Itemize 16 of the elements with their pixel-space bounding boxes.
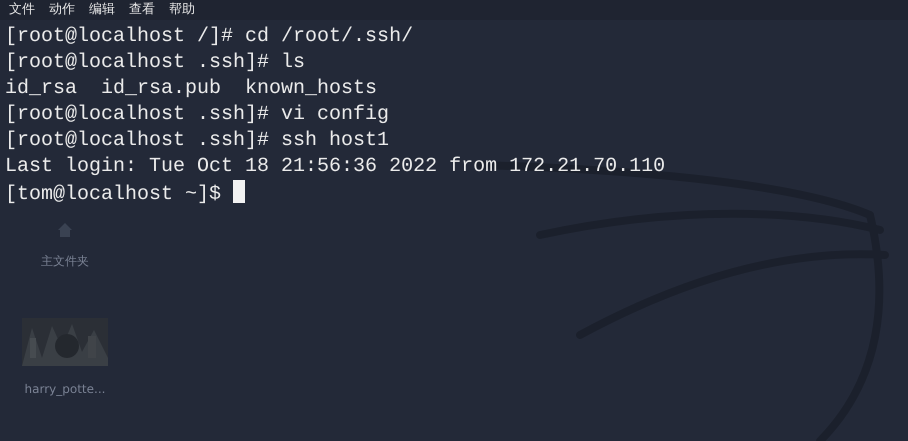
- terminal-line: [root@localhost .ssh]# ls: [5, 51, 306, 74]
- terminal-line: [tom@localhost ~]$: [5, 183, 222, 206]
- menu-item[interactable]: 动作: [49, 0, 75, 20]
- desktop-icon-label: harry_potte...: [24, 381, 106, 398]
- terminal-line: [root@localhost .ssh]# vi config: [5, 103, 390, 126]
- menu-item[interactable]: 文件: [9, 0, 35, 20]
- terminal-line: id_rsa id_rsa.pub known_hosts: [5, 77, 378, 100]
- terminal-line: Last login: Tue Oct 18 21:56:36 2022 from 172.21.70.110: [5, 155, 666, 178]
- menu-item[interactable]: 帮助: [169, 0, 195, 20]
- text-cursor: [233, 180, 246, 203]
- menu-item[interactable]: 查看: [129, 0, 155, 20]
- desktop-icon-label: 主文件夹: [41, 253, 89, 270]
- terminal-line: [root@localhost /]# cd /root/.ssh/: [5, 25, 414, 48]
- menu-item[interactable]: 编辑: [89, 0, 115, 20]
- home-icon[interactable]: [57, 222, 73, 238]
- terminal-line: [root@localhost .ssh]# ssh host1: [5, 129, 390, 152]
